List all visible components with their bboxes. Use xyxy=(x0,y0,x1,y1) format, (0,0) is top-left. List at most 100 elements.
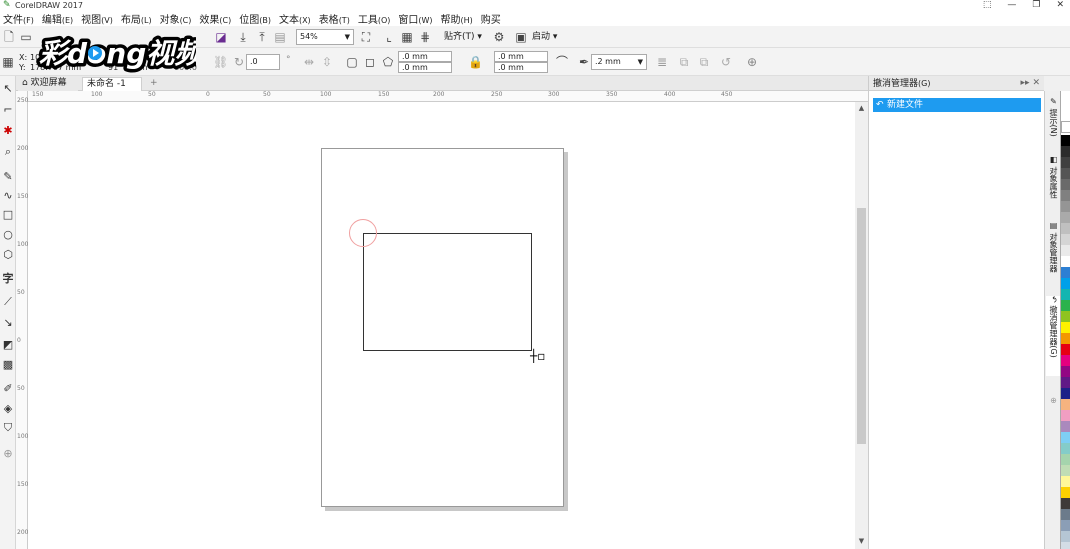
menu-object[interactable]: 对象(C) xyxy=(160,11,200,26)
menu-tools[interactable]: 工具(O) xyxy=(358,11,399,26)
polygon-tool-icon[interactable]: ⬡ xyxy=(1,248,15,262)
restore-small-icon[interactable]: ⬚ xyxy=(983,0,992,11)
menu-layout[interactable]: 布局(L) xyxy=(121,11,160,26)
mirror-horizontal-icon[interactable]: ⇹ xyxy=(302,55,316,69)
tab-untitled-1[interactable]: 未命名 -1 xyxy=(82,77,142,91)
add-plus-icon[interactable]: ⊕ xyxy=(745,55,759,69)
document-tabs: ⌂ 欢迎屏幕 未命名 -1 + xyxy=(16,76,868,91)
side-tab-hints[interactable]: ✎ 提示(N) xyxy=(1046,97,1060,147)
launch-app-icon[interactable]: ▣ xyxy=(514,30,528,44)
menu-window[interactable]: 窗口(W) xyxy=(398,11,440,26)
menu-table[interactable]: 表格(T) xyxy=(319,11,358,26)
to-front-icon[interactable]: ⧉ xyxy=(677,55,691,69)
corner-radius-top-right[interactable]: .0 mm xyxy=(494,51,548,62)
menu-bitmap[interactable]: 位图(B) xyxy=(239,11,279,26)
text-wrap-icon[interactable]: ≣ xyxy=(655,55,669,69)
freehand-tool-icon[interactable]: ✎ xyxy=(1,170,15,184)
menu-file[interactable]: 文件(F) xyxy=(3,11,42,26)
window-controls: ⬚ — ❐ ✕ xyxy=(983,0,1064,11)
side-tab-object-properties[interactable]: ◧ 对象属性 xyxy=(1046,155,1060,215)
relative-corner-scaling-icon[interactable]: ⌒ xyxy=(555,55,569,69)
chamfered-corner-icon[interactable]: ⬠ xyxy=(381,55,395,69)
launch-dropdown[interactable]: 启动 ▾ xyxy=(532,31,557,43)
ruler-tick: 0 xyxy=(206,91,210,98)
drop-shadow-tool-icon[interactable]: ◩ xyxy=(1,338,15,352)
connector-tool-icon[interactable]: ↘ xyxy=(1,316,15,330)
new-document-icon[interactable]: 🗋 xyxy=(2,30,16,44)
docker-expand-icon[interactable]: ▸▸ xyxy=(1021,78,1030,88)
color-eyedropper-icon[interactable]: ✐ xyxy=(1,382,15,396)
menu-view[interactable]: 视图(V) xyxy=(81,11,121,26)
convert-to-curves-icon[interactable]: ↺ xyxy=(719,55,733,69)
object-origin-icon[interactable]: ▦ xyxy=(1,55,15,69)
corel-connect-icon[interactable]: ◪ xyxy=(214,30,228,44)
shape-tool-icon[interactable]: ⌐ xyxy=(1,103,15,117)
corner-radius-top-left[interactable]: .0 mm xyxy=(398,51,452,62)
tab-welcome-screen[interactable]: ⌂ 欢迎屏幕 xyxy=(18,77,78,91)
close-icon[interactable]: ✕ xyxy=(1056,0,1064,11)
docker-close-icon[interactable]: ✕ xyxy=(1032,78,1040,88)
import-icon[interactable]: ⤓ xyxy=(236,30,250,44)
scroll-up-icon[interactable]: ▲ xyxy=(855,104,868,114)
menu-effects[interactable]: 效果(C) xyxy=(199,11,239,26)
text-tool-icon[interactable]: 字 xyxy=(1,272,15,286)
scroll-down-icon[interactable]: ▼ xyxy=(855,537,868,547)
scalloped-corner-icon[interactable]: ◻ xyxy=(363,55,377,69)
drawn-rectangle[interactable] xyxy=(363,233,532,351)
maximize-icon[interactable]: ❐ xyxy=(1032,0,1040,11)
options-gear-icon[interactable]: ⚙ xyxy=(492,30,506,44)
zoom-level-select[interactable]: 54% ▼ xyxy=(296,29,354,45)
rectangle-tool-icon[interactable]: □ xyxy=(1,208,15,222)
ruler-tick: 250 xyxy=(491,91,503,98)
corner-radius-bottom-left[interactable]: .0 mm xyxy=(398,62,452,73)
menu-buy[interactable]: 购买 xyxy=(481,11,509,26)
no-color-swatch[interactable] xyxy=(1061,121,1070,133)
add-docker-plus-icon[interactable]: ⊕ xyxy=(1046,397,1060,411)
corner-radius-bottom-right[interactable]: .0 mm xyxy=(494,62,548,73)
outline-width-select[interactable]: .2 mm ▼ xyxy=(591,54,647,70)
open-icon[interactable]: ▭ xyxy=(19,30,33,44)
add-tool-plus-icon[interactable]: ⊕ xyxy=(1,447,15,461)
undo-list-item[interactable]: ↶ 新建文件 xyxy=(873,98,1041,112)
artistic-media-tool-icon[interactable]: ∿ xyxy=(1,189,15,203)
chevron-down-icon: ▼ xyxy=(637,58,643,66)
docker-title: 撤消管理器 xyxy=(873,79,919,89)
export-icon[interactable]: ⤒ xyxy=(255,30,269,44)
mirror-vertical-icon[interactable]: ⇳ xyxy=(320,55,334,69)
menu-help[interactable]: 帮助(H) xyxy=(441,11,481,26)
show-grid-icon[interactable]: ▦ xyxy=(400,30,414,44)
menu-text[interactable]: 文本(X) xyxy=(279,11,319,26)
add-tab-plus-icon[interactable]: + xyxy=(146,77,160,91)
menu-edit[interactable]: 编辑(E) xyxy=(42,11,81,26)
publish-pdf-icon[interactable]: ▤ xyxy=(273,30,287,44)
side-tab-undo-manager[interactable]: ↶ 撤消管理器(G) xyxy=(1046,296,1060,376)
vertical-ruler[interactable]: 250 200 150 100 50 0 50 100 150 200 xyxy=(16,91,28,549)
color-swatch[interactable] xyxy=(1061,542,1070,549)
interactive-fill-icon[interactable]: ◈ xyxy=(1,402,15,416)
lock-ratio-icon[interactable]: ⛓ xyxy=(213,55,228,69)
minimize-icon[interactable]: — xyxy=(1007,0,1016,11)
scrollbar-thumb[interactable] xyxy=(857,208,866,444)
parallel-dimension-tool-icon[interactable]: ⟋ xyxy=(1,295,15,309)
smart-fill-icon[interactable]: ⛉ xyxy=(1,421,15,435)
smart-fill-tool-icon[interactable]: ✱ xyxy=(1,124,15,138)
rectangle-cursor-icon: ┼▫ xyxy=(530,349,546,363)
outline-pen-icon: ✒ xyxy=(578,55,590,69)
show-rulers-icon[interactable]: ⌞ xyxy=(382,30,396,44)
vertical-scrollbar[interactable]: ▲ ▼ xyxy=(855,102,868,549)
full-screen-icon[interactable]: ⛶ xyxy=(359,30,373,44)
ellipse-tool-icon[interactable]: ○ xyxy=(1,228,15,242)
rotation-angle-field[interactable]: .0 xyxy=(246,54,280,70)
horizontal-ruler[interactable]: 150 100 50 0 50 100 150 200 250 300 350 … xyxy=(28,91,868,102)
show-guidelines-icon[interactable]: ⋕ xyxy=(418,30,432,44)
lock-icon[interactable]: 🔒 xyxy=(468,55,483,69)
side-tab-object-manager[interactable]: ▤ 对象管理器 xyxy=(1046,221,1060,286)
pick-tool-icon[interactable]: ↖ xyxy=(1,82,15,96)
snap-to-dropdown[interactable]: 贴齐(T) ▾ xyxy=(444,31,482,43)
transparency-tool-icon[interactable]: ▩ xyxy=(1,358,15,372)
menu-bar: 文件(F) 编辑(E) 视图(V) 布局(L) 对象(C) 效果(C) 位图(B… xyxy=(0,11,1070,26)
drawing-canvas[interactable]: ┼▫ xyxy=(28,102,855,549)
round-corner-icon[interactable]: ▢ xyxy=(345,55,359,69)
zoom-tool-icon[interactable]: ⌕ xyxy=(1,145,15,159)
to-back-icon[interactable]: ⧉ xyxy=(697,55,711,69)
